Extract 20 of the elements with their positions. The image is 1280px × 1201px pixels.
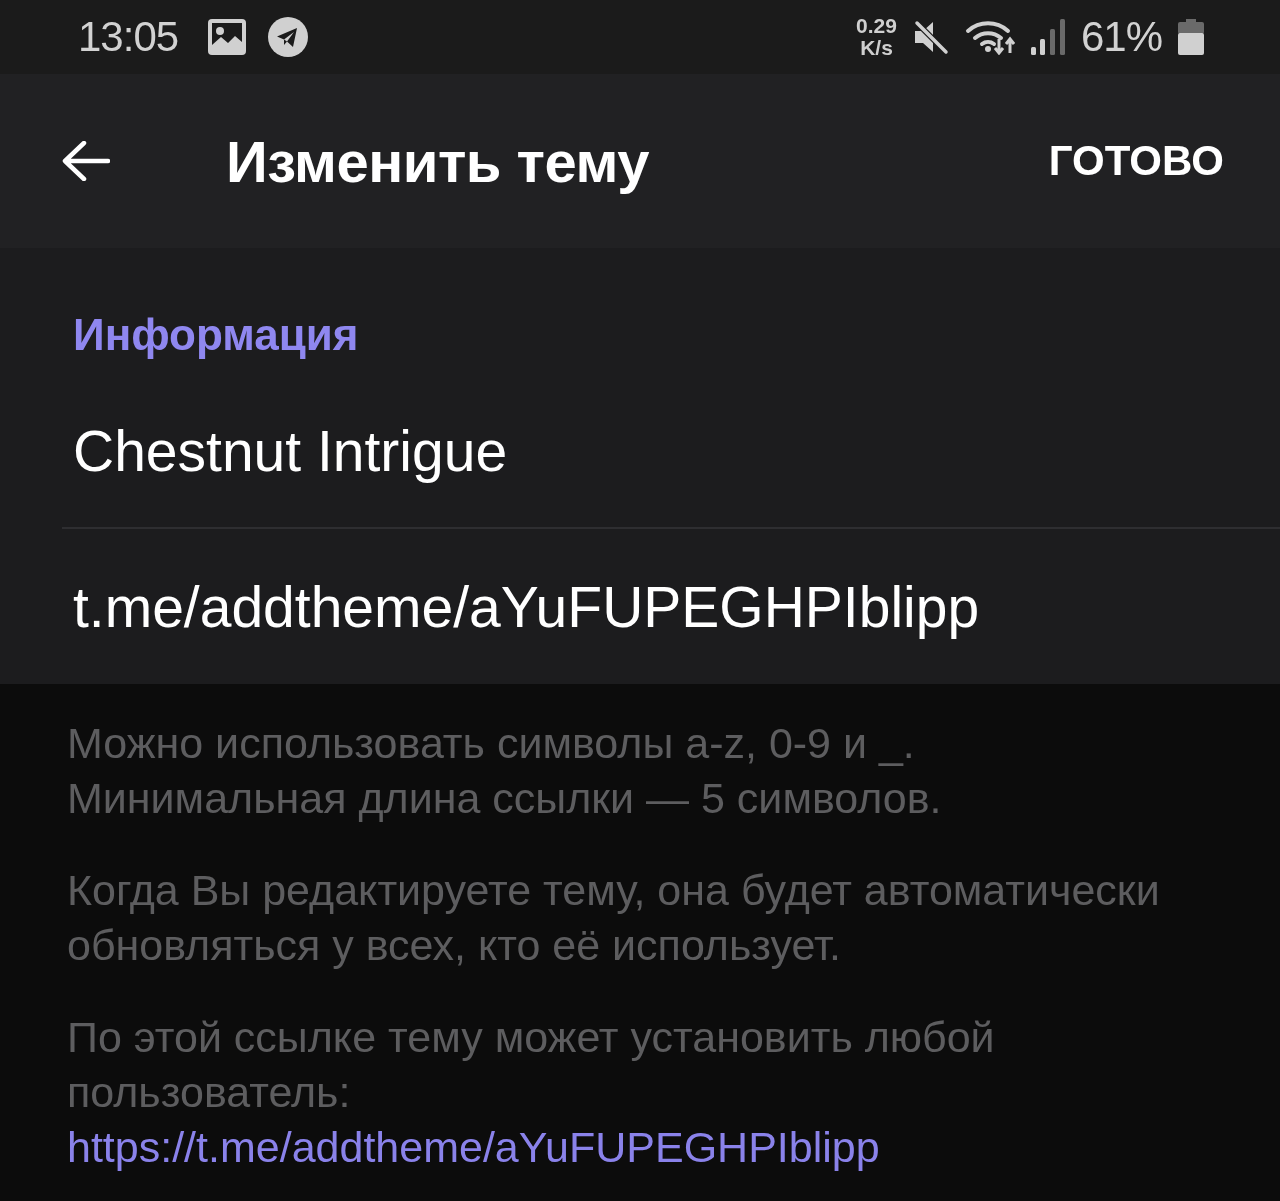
- signal-icon: [1030, 19, 1065, 55]
- status-time: 13:05: [78, 13, 179, 61]
- section-header: Информация: [73, 309, 359, 361]
- done-button[interactable]: ГОТОВО: [1048, 137, 1224, 185]
- theme-name-field[interactable]: Chestnut Intrigue: [62, 361, 1280, 529]
- hint-text: Можно использовать символы a-z, 0-9 и _. Минимальная длина ссылки — 5 символов.: [67, 718, 943, 824]
- hint-text: По этой ссылке тему может установить любой пользователь: https://t.me/addtheme/aYuFUPEGHPIblipp: [67, 1012, 996, 1175]
- mute-icon: [912, 19, 949, 55]
- net-speed-value: 0.29: [856, 15, 897, 37]
- wifi-icon: [964, 19, 1015, 55]
- net-speed-unit: K/s: [860, 37, 893, 59]
- theme-link-field[interactable]: t.me/addtheme/aYuFUPEGHPIblipp: [62, 529, 1280, 684]
- screen-title: Изменить тему: [226, 127, 650, 195]
- battery-icon: [1178, 19, 1204, 55]
- back-arrow-icon: [62, 141, 110, 181]
- battery-percent: 61%: [1080, 13, 1162, 61]
- image-icon: [208, 19, 247, 55]
- hint-text: Когда Вы редактируете тему, она будет автоматически обновляться у всех, кто её использует.: [67, 865, 1161, 971]
- paper-plane-icon: [268, 17, 309, 57]
- theme-link[interactable]: https://t.me/addtheme/aYuFUPEGHPIblipp: [67, 1121, 880, 1173]
